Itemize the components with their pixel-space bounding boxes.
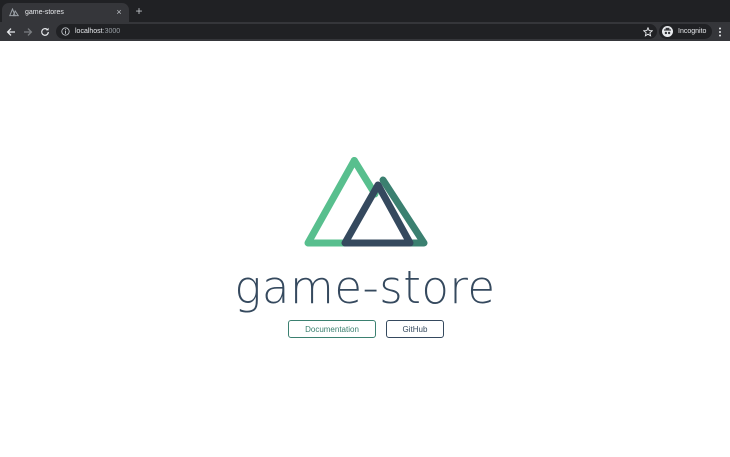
nuxt-logo <box>304 157 428 247</box>
incognito-icon <box>662 26 673 37</box>
tab-strip: game-stores × + <box>0 0 730 22</box>
github-button[interactable]: GitHub <box>386 320 444 338</box>
browser-toolbar: localhost:3000 Incognito <box>0 22 730 41</box>
address-host: localhost <box>75 28 103 35</box>
incognito-badge[interactable]: Incognito <box>659 24 712 39</box>
documentation-button[interactable]: Documentation <box>288 320 376 338</box>
site-info-icon[interactable] <box>61 27 70 36</box>
browser-menu-icon[interactable] <box>715 25 725 38</box>
forward-arrow-icon[interactable] <box>21 25 34 38</box>
address-port: :3000 <box>102 28 121 35</box>
tab-title: game-stores <box>25 9 64 16</box>
tab-close-icon[interactable]: × <box>113 3 125 22</box>
new-tab-icon[interactable]: + <box>132 4 146 18</box>
browser-chrome: game-stores × + localhost:3000 Incognit… <box>0 0 730 41</box>
back-arrow-icon[interactable] <box>4 25 17 38</box>
address-bar[interactable]: localhost:3000 <box>56 24 657 39</box>
nuxt-favicon-icon <box>9 8 19 18</box>
browser-tab[interactable]: game-stores × <box>2 3 129 22</box>
bookmark-star-icon[interactable] <box>641 25 654 38</box>
incognito-label: Incognito <box>678 28 707 35</box>
page-title: game-store <box>234 261 496 314</box>
reload-icon[interactable] <box>38 25 51 38</box>
